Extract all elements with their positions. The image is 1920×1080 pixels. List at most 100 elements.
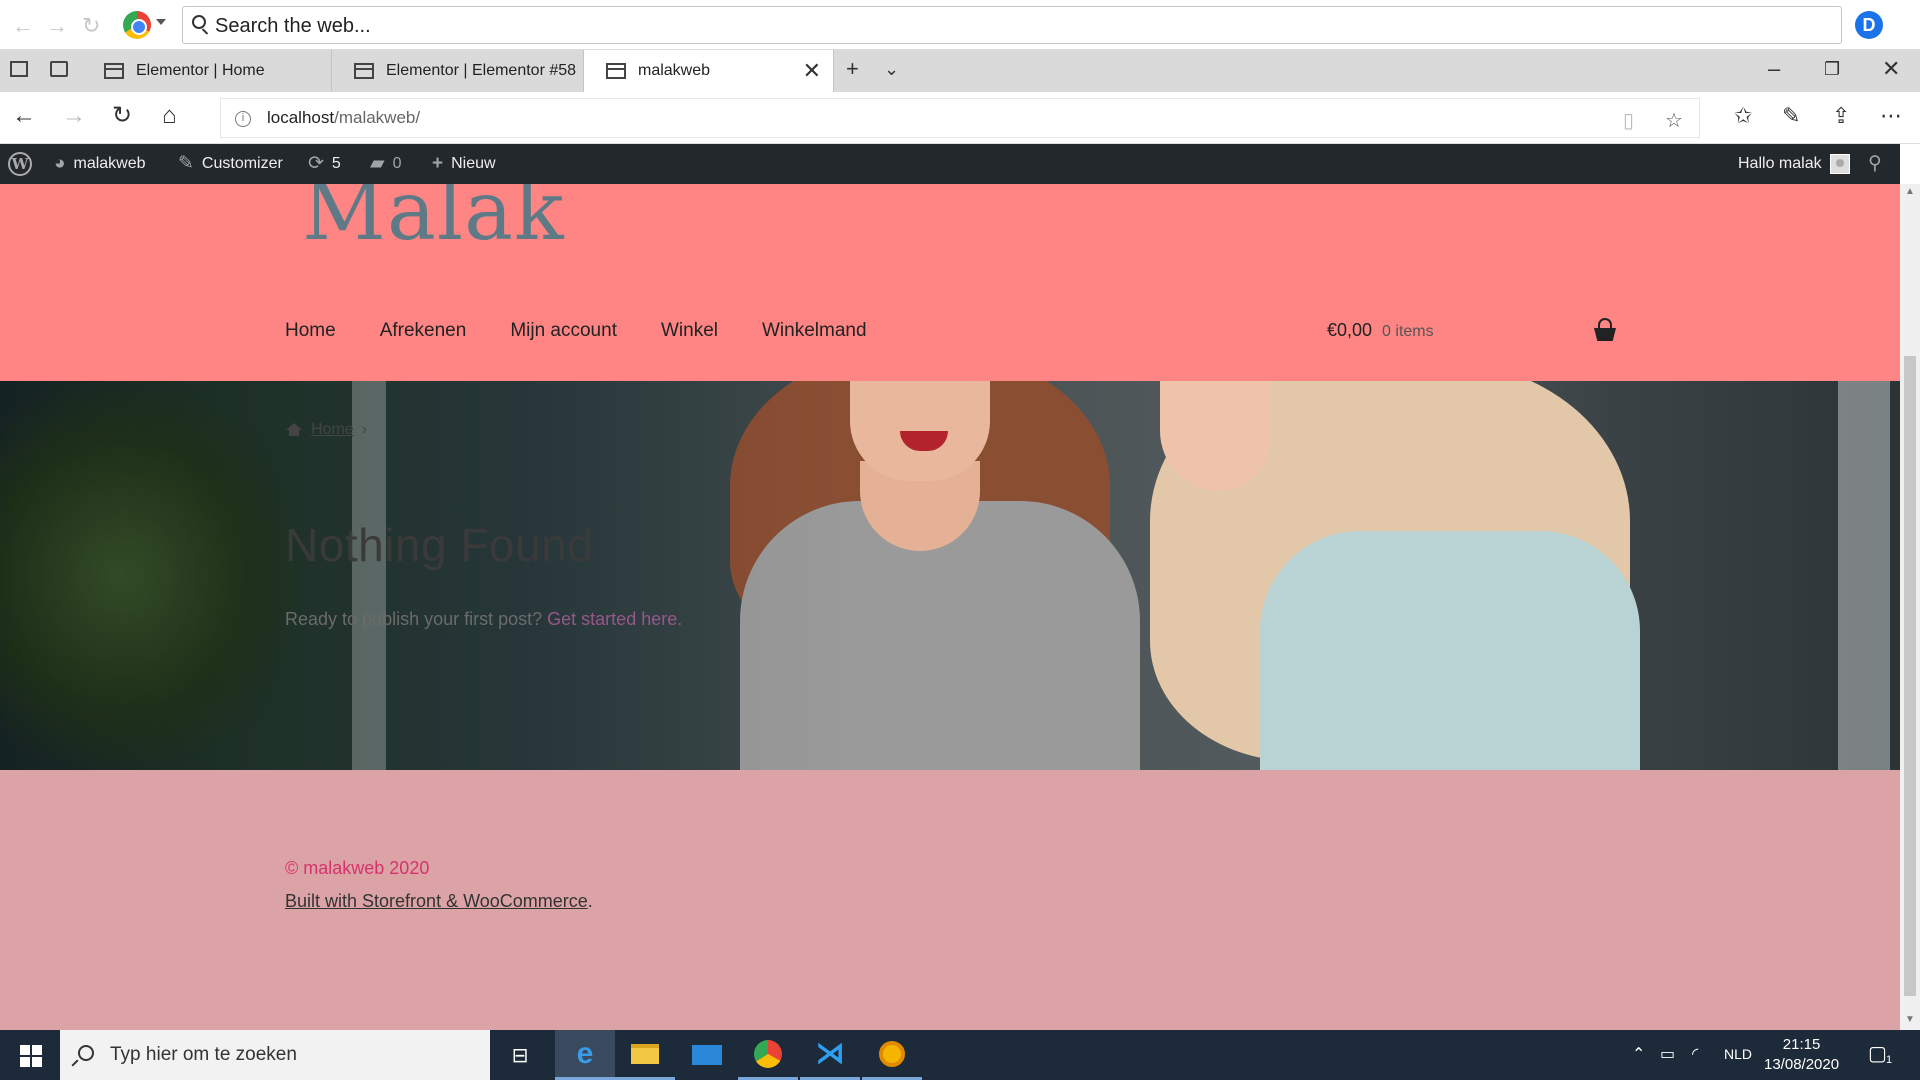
file-explorer-icon[interactable] [615,1030,675,1080]
cart-total: €0,00 [1327,320,1373,340]
wp-customizer[interactable]: ✎ Customizer [178,144,283,184]
forward-icon[interactable]: → [62,104,86,128]
nav-item-afrekenen[interactable]: Afrekenen [380,320,467,342]
page-icon [606,63,626,79]
wp-account-menu[interactable]: Hallo malak [1738,144,1850,184]
wordpress-icon: W [8,152,32,176]
search-icon: ⚲ [1868,153,1882,174]
footer-copyright: © malakweb 2020 [285,858,430,878]
restore-window-icon[interactable]: ❐ [1824,59,1840,80]
site-header: Malak Home Afrekenen Mijn account Winkel… [0,184,1900,381]
tab-label: Elementor | Elementor #58 [386,62,577,79]
tab-restore-icon[interactable] [50,61,68,77]
edge-app-icon[interactable]: e [555,1030,615,1080]
nav-item-winkelmand[interactable]: Winkelmand [762,320,867,342]
wp-greeting: Hallo malak [1738,155,1822,172]
wp-comments-count: 0 [392,155,402,172]
home-icon [285,423,303,437]
get-started-link[interactable]: Get started here [547,609,677,629]
footer-credit: Built with Storefront & WooCommerce. [285,891,593,912]
page-icon [104,63,124,79]
basket-icon[interactable] [1594,318,1616,341]
tab-set-aside-icon[interactable] [10,61,28,77]
tab-label: Elementor | Home [136,62,265,79]
share-icon[interactable]: ⇪ [1832,104,1850,128]
chrome-app-icon[interactable] [738,1030,798,1080]
clock-time: 21:15 [1782,1036,1821,1053]
close-tab-icon[interactable]: ✕ [803,50,821,92]
minimize-icon[interactable]: – [1768,56,1780,82]
outer-forward-icon[interactable]: → [46,13,68,39]
wp-logo-button[interactable]: W [8,144,32,184]
url-path: /malakweb/ [334,108,421,127]
no-posts-message: Ready to publish your first post? Get st… [285,609,682,630]
vscode-app-icon[interactable]: ⋊ [800,1030,860,1080]
nav-item-home[interactable]: Home [285,320,336,342]
tab-elementor-58[interactable]: Elementor | Elementor #58 [332,50,584,92]
scroll-up-icon[interactable]: ▲ [1905,186,1915,197]
nav-item-mijn-account[interactable]: Mijn account [510,320,617,342]
reading-view-icon[interactable]: ▯ [1623,108,1634,133]
wp-admin-bar: W ◕ malakweb ✎ Customizer ⟳ 5 ▰ 0 + Nieu… [0,144,1900,184]
language-indicator[interactable]: NLD [1724,1046,1752,1062]
chrome-logo-icon[interactable] [123,11,151,39]
pen-icon[interactable]: ✎ [1782,104,1800,128]
profile-avatar[interactable]: D [1855,11,1883,39]
favorites-list-icon[interactable]: ✩ [1734,104,1752,128]
site-logo[interactable]: Malak [302,184,565,259]
search-icon [78,1045,94,1061]
system-clock[interactable]: 21:15 13/08/2020 [1764,1035,1839,1075]
more-icon[interactable]: ⋯ [1880,104,1902,128]
outer-reload-icon[interactable]: ↻ [82,13,100,39]
taskbar-search-input[interactable]: Typ hier om te zoeken [60,1030,490,1080]
notification-icon[interactable]: ▢ [1868,1041,1887,1066]
header-cart[interactable]: €0,00 0 items [1327,320,1434,341]
app-circle-icon[interactable] [862,1030,922,1080]
tab-malakweb[interactable]: malakweb ✕ [584,50,834,92]
back-icon[interactable]: ← [12,104,36,128]
updates-icon: ⟳ [308,153,324,174]
taskbar-search-placeholder: Typ hier om te zoeken [110,1044,297,1065]
address-field[interactable]: i localhost/malakweb/ ▯ ☆ [220,98,1700,138]
plus-icon: + [432,153,444,174]
tab-list-chevron-icon[interactable]: ⌄ [884,59,899,80]
scrollbar-thumb[interactable] [1904,356,1916,996]
scroll-down-icon[interactable]: ▼ [1905,1014,1915,1025]
wp-new[interactable]: + Nieuw [432,144,496,184]
favorite-star-icon[interactable]: ☆ [1665,108,1683,133]
site-info-icon[interactable]: i [235,111,251,127]
page-scrollbar[interactable]: ▲ ▼ [1900,184,1920,1030]
battery-icon[interactable]: ▭ [1660,1044,1675,1064]
chevron-down-icon[interactable] [156,19,166,25]
wp-updates[interactable]: ⟳ 5 [308,144,341,184]
wp-site-menu[interactable]: ◕ malakweb [54,144,146,184]
nav-item-winkel[interactable]: Winkel [661,320,718,342]
wp-site-name: malakweb [73,155,146,172]
page-title: Nothing Found [285,519,594,571]
task-view-icon[interactable]: ⊟ [490,1030,550,1080]
storefront-link[interactable]: Built with Storefront & WooCommerce [285,891,588,911]
show-hidden-icons-chevron-icon[interactable]: ⌃ [1632,1044,1645,1064]
refresh-icon[interactable]: ↻ [112,104,132,128]
web-search-input[interactable]: Search the web... [182,6,1842,44]
close-window-icon[interactable]: ✕ [1882,56,1900,82]
wifi-icon[interactable]: ◜ [1692,1044,1698,1064]
wp-search[interactable]: ⚲ [1868,144,1882,184]
tab-elementor-home[interactable]: Elementor | Home [82,50,332,92]
cart-count: 0 items [1382,323,1434,340]
wp-comments[interactable]: ▰ 0 [370,144,402,184]
clock-date: 13/08/2020 [1764,1056,1840,1073]
brush-icon: ✎ [178,153,194,174]
new-tab-icon[interactable]: + [846,56,859,82]
windows-start-icon[interactable] [20,1045,42,1067]
no-posts-end: . [677,609,683,629]
notification-count: 1 [1886,1054,1893,1066]
url-host: localhost [267,108,335,127]
outer-back-icon[interactable]: ← [12,13,34,39]
comment-icon: ▰ [370,153,385,174]
windows-taskbar: Typ hier om te zoeken ⊟ e ⋊ ⌃ ▭ ◜ NLD 21… [0,1030,1920,1080]
home-icon[interactable]: ⌂ [162,104,177,128]
mail-app-icon[interactable] [677,1030,737,1080]
breadcrumb-home-link[interactable]: Home [311,421,354,439]
page-viewport: Malak Home Afrekenen Mijn account Winkel… [0,184,1900,1030]
